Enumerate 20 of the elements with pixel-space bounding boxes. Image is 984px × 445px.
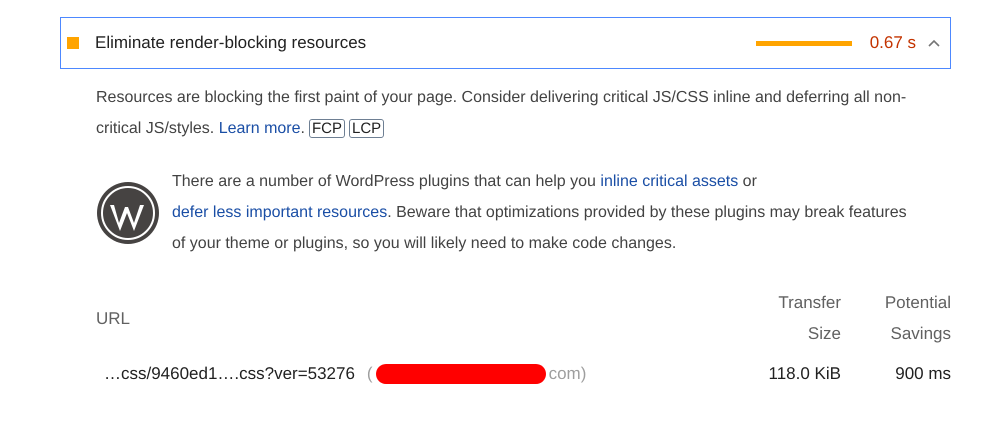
advice-link[interactable]: inline critical assets xyxy=(600,173,738,190)
audit-title: Eliminate render-blocking resources xyxy=(95,33,368,53)
stack-pack-advice: There are a number of WordPress plugins that can help you inline critical assets or defer less important resources. Beware that optimizations provided by these plugins may break features of your theme or plugins, so you will likely need to make code changes. xyxy=(172,172,908,254)
table-cell-text: 900 ms xyxy=(894,364,951,384)
chevron-icon[interactable] xyxy=(928,39,940,47)
column-header: Transfer Size xyxy=(777,292,841,345)
table-cell-text: 118.0 KiB xyxy=(768,364,841,384)
host-text: com) xyxy=(548,364,586,384)
advice-link[interactable]: defer less important resources xyxy=(172,204,388,221)
metric-tag: FCP xyxy=(308,119,345,138)
column-header: URL xyxy=(96,308,132,330)
audit-value: 0.67 s xyxy=(870,33,916,53)
column-header: Potential Savings xyxy=(884,292,951,345)
audit-header[interactable]: Eliminate render-blocking resources 0.67 s xyxy=(60,17,951,69)
host-text: ( xyxy=(366,364,373,384)
audit-description: Resources are blocking the first paint of your page. Consider delivering critical JS/CSS inline and deferring all non-critical JS/styles. Learn more. FCP LCP xyxy=(96,88,908,140)
metric-tag: LCP xyxy=(348,119,384,138)
wordpress-logo-icon xyxy=(96,180,160,244)
learn-more-link[interactable]: Learn more xyxy=(218,120,301,137)
url-text: …css/9460ed1….css?ver=53276 xyxy=(104,364,355,384)
